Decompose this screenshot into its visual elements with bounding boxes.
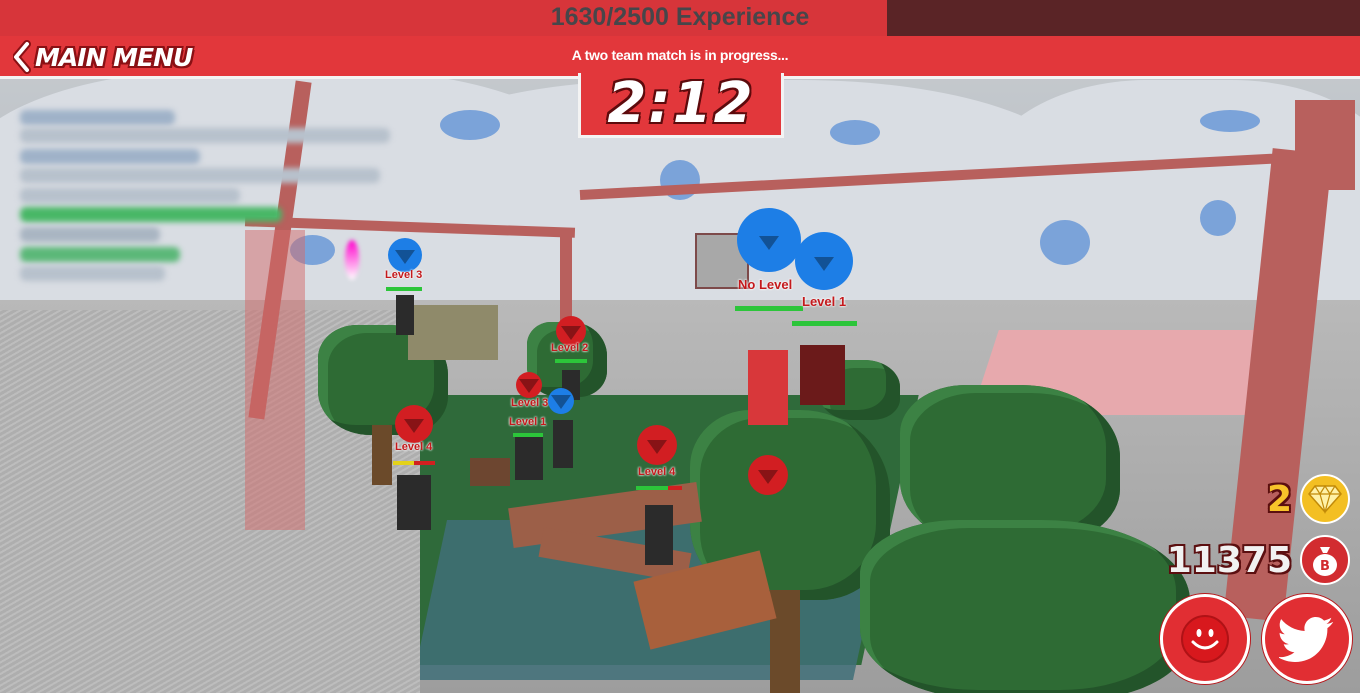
health-bar: [636, 486, 682, 490]
match-status-text: A two team match is in progress...: [571, 47, 789, 63]
player-level-label: Level 4: [395, 441, 433, 453]
player-avatar[interactable]: [645, 505, 673, 565]
player-avatar[interactable]: [515, 435, 543, 480]
tree-trunk: [372, 425, 392, 485]
red-team-marker: [516, 372, 542, 398]
health-bar: [393, 461, 435, 465]
chat-line-blurred: [20, 227, 160, 242]
player-level-label: Level 1: [802, 294, 847, 309]
blue-team-marker: [737, 208, 801, 272]
red-team-marker: [395, 405, 433, 443]
chat-line-blurred: [20, 266, 165, 281]
player-avatar[interactable]: [748, 350, 788, 425]
player-level-label: Level 3: [511, 397, 549, 409]
main-menu-label: MAIN MENU: [35, 42, 193, 72]
chat-line-blurred: [20, 128, 390, 143]
player-level-label: Level 3: [385, 269, 423, 281]
chat-line-blurred: [20, 168, 380, 183]
ice-patch: [1200, 110, 1260, 132]
twitter-button[interactable]: [1262, 594, 1352, 684]
player-avatar[interactable]: [800, 345, 845, 405]
chat-line-blurred: [20, 188, 240, 203]
ice-patch: [830, 120, 880, 145]
svg-text:B: B: [1320, 559, 1330, 574]
blue-team-marker: [795, 232, 853, 290]
gems-counter: 2: [1267, 474, 1350, 524]
sign: [470, 458, 510, 486]
chevron-left-icon: [13, 40, 31, 74]
player-level-label: No Level: [738, 277, 793, 292]
player-level-label: Level 2: [551, 342, 589, 354]
blue-team-marker: [548, 388, 574, 414]
tree-trunk: [770, 590, 800, 693]
player-level-label: Level 4: [638, 466, 676, 478]
red-team-marker: [637, 425, 677, 465]
gem-icon: [1300, 474, 1350, 524]
cash-counter: 11375 B: [1167, 535, 1350, 585]
match-timer-panel: 2:12: [578, 73, 784, 138]
blue-team-marker: [388, 238, 422, 272]
experience-text: 1630/2500 Experience: [550, 3, 810, 31]
chat-line-blurred: [20, 110, 175, 125]
health-bar: [386, 287, 422, 291]
experience-bar: 1630/2500 Experience: [0, 0, 1360, 36]
tree: [860, 520, 1190, 693]
chat-line-blurred: [20, 207, 282, 222]
player-avatar[interactable]: [553, 420, 573, 468]
red-team-marker: [748, 455, 788, 495]
chat-line-blurred: [20, 247, 180, 262]
player-level-label: Level 1: [509, 416, 547, 428]
money-bag-icon: B: [1300, 535, 1350, 585]
health-bar: [735, 306, 803, 311]
health-bar: [555, 359, 587, 363]
player-avatar[interactable]: [397, 475, 431, 530]
ice-patch: [1200, 200, 1236, 236]
twitter-bird-icon: [1279, 617, 1334, 662]
ice-patch: [1040, 220, 1090, 265]
hut: [408, 305, 498, 360]
wall-shadow: [245, 230, 305, 530]
ice-patch: [440, 110, 500, 140]
cash-value: 11375: [1166, 539, 1292, 581]
magenta-effect: [345, 240, 359, 280]
wood-pillar: [560, 228, 572, 328]
health-bar: [792, 321, 857, 326]
match-timer: 2:12: [607, 71, 755, 136]
gems-value: 2: [1266, 478, 1292, 520]
main-menu-button[interactable]: MAIN MENU: [13, 39, 193, 75]
chat-line-blurred: [20, 149, 200, 164]
wood-corner: [1295, 100, 1355, 190]
player-avatar[interactable]: [396, 295, 414, 335]
health-bar: [513, 433, 543, 437]
roblox-smiley-icon: [1181, 615, 1229, 663]
roblox-button[interactable]: [1160, 594, 1250, 684]
